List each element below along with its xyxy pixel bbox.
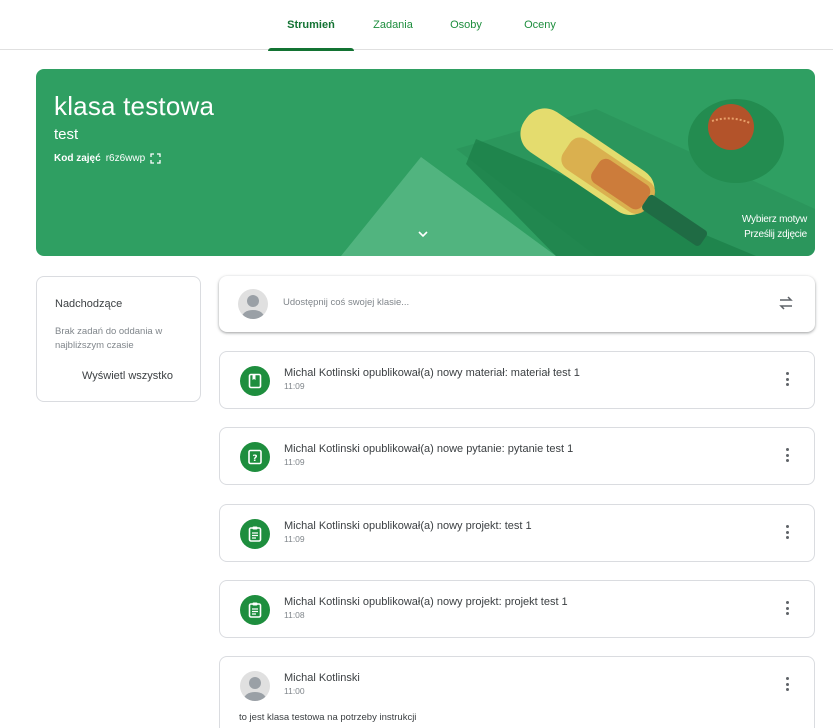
material-icon <box>240 366 270 396</box>
upcoming-empty-text: Brak zadań do oddania w najbliższym czas… <box>55 326 163 351</box>
question-icon: ? <box>240 442 270 472</box>
stream-item-time: 11:08 <box>284 610 305 620</box>
stream-item[interactable]: Michal Kotlinski opublikował(a) nowy mat… <box>219 351 815 409</box>
active-tab-indicator <box>268 48 354 51</box>
class-code-label: Kod zajęć <box>54 153 101 164</box>
announcement-author: Michal Kotlinski <box>284 672 360 684</box>
share-placeholder: Udostępnij coś swojej klasie... <box>283 297 410 308</box>
stream-item[interactable]: Michal Kotlinski opublikował(a) nowy pro… <box>219 504 815 562</box>
stream-item-title: Michal Kotlinski opublikował(a) nowy pro… <box>284 520 532 532</box>
share-with-class-box[interactable]: Udostępnij coś swojej klasie... <box>219 276 815 332</box>
top-navigation: Strumień Zadania Osoby Oceny <box>0 0 833 51</box>
repost-icon[interactable] <box>777 294 795 312</box>
more-options-icon[interactable] <box>784 448 790 466</box>
more-options-icon[interactable] <box>784 677 790 695</box>
stream-item-time: 11:09 <box>284 381 305 391</box>
tab-people-label: Osoby <box>450 19 482 31</box>
class-section: test <box>54 126 79 143</box>
more-options-icon[interactable] <box>784 525 790 543</box>
fullscreen-icon[interactable] <box>150 153 161 164</box>
assignment-icon <box>240 595 270 625</box>
class-code-row: Kod zajęć r6z6wwp <box>54 153 161 164</box>
svg-text:?: ? <box>252 454 257 464</box>
user-avatar <box>238 289 268 319</box>
stream-item-time: 11:09 <box>284 457 305 467</box>
assignment-icon <box>240 519 270 549</box>
stream-item-title: Michal Kotlinski opublikował(a) nowy pro… <box>284 596 568 608</box>
class-code-value: r6z6wwp <box>105 153 146 164</box>
announcement-time: 11:00 <box>284 686 305 696</box>
more-options-icon[interactable] <box>784 601 790 619</box>
tab-stream[interactable]: Strumień <box>268 0 354 51</box>
view-all-link[interactable]: Wyświetl wszystko <box>82 370 173 382</box>
upload-photo-link[interactable]: Prześlij zdjęcie <box>744 229 807 240</box>
class-title: klasa testowa <box>54 91 215 121</box>
tab-grades-label: Oceny <box>524 19 556 31</box>
tab-grades[interactable]: Oceny <box>512 0 568 50</box>
announcement-post[interactable]: Michal Kotlinski 11:00 to jest klasa tes… <box>219 656 815 728</box>
author-avatar <box>240 671 270 701</box>
stream-item[interactable]: ? Michal Kotlinski opublikował(a) nowe p… <box>219 427 815 485</box>
upcoming-title: Nadchodzące <box>55 298 123 310</box>
tab-people[interactable]: Osoby <box>438 0 494 50</box>
stream-item-time: 11:09 <box>284 534 305 544</box>
tab-stream-label: Strumień <box>287 19 335 31</box>
class-banner: klasa testowa test Kod zajęć r6z6wwp Wyb… <box>36 69 815 256</box>
stream-item-title: Michal Kotlinski opublikował(a) nowe pyt… <box>284 443 574 455</box>
chevron-down-icon[interactable] <box>416 227 430 241</box>
more-options-icon[interactable] <box>784 372 790 390</box>
upcoming-card: Nadchodzące Brak zadań do oddania w najb… <box>36 276 201 402</box>
choose-theme-link[interactable]: Wybierz motyw <box>742 214 807 225</box>
tab-classwork[interactable]: Zadania <box>363 0 423 50</box>
stream-item[interactable]: Michal Kotlinski opublikował(a) nowy pro… <box>219 580 815 638</box>
announcement-body: to jest klasa testowa na potrzeby instru… <box>239 712 417 723</box>
tab-classwork-label: Zadania <box>373 19 413 31</box>
stream-item-title: Michal Kotlinski opublikował(a) nowy mat… <box>284 367 580 379</box>
